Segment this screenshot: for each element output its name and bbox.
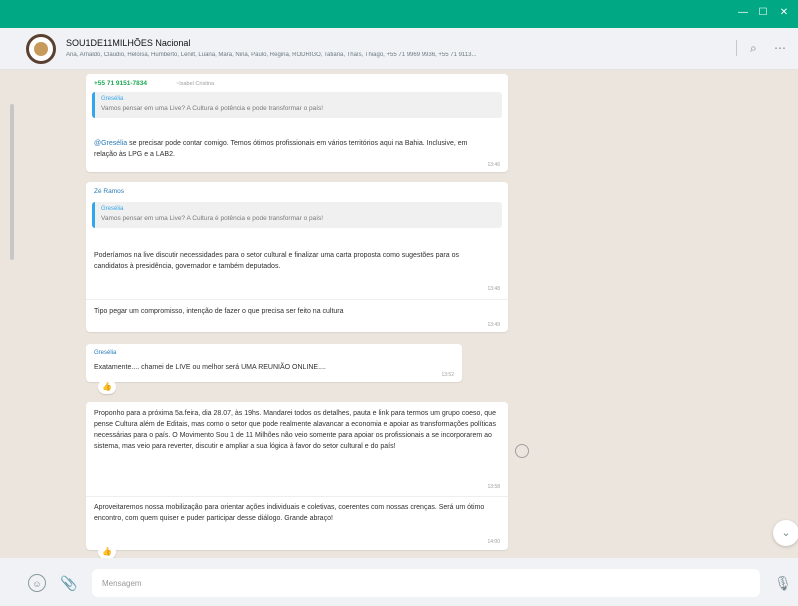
message-sender[interactable]: Zé Ramos <box>94 188 124 195</box>
message-sender[interactable]: +55 71 9151-7834 <box>94 80 147 87</box>
reaction-thumbs-up[interactable]: 👍 <box>98 380 116 394</box>
quote-text: Vamos pensar em uma Live? A Cultura é po… <box>101 215 324 222</box>
chat-scrollbar[interactable] <box>10 104 14 260</box>
message-text: Exatamente.... chamei de LIVE ou melhor … <box>94 364 326 371</box>
message-bubble[interactable]: +55 71 9151-7834 ~Isabel Cristina Gresél… <box>86 74 508 172</box>
message-time: 13:58 <box>487 484 500 490</box>
react-smiley-icon[interactable] <box>515 444 529 458</box>
chat-header[interactable]: SOU1DE11MILHÕES Nacional Ana, Arnaldo, C… <box>0 28 798 70</box>
message-input[interactable] <box>92 569 760 597</box>
quote-author: Gresélia <box>101 206 124 212</box>
message-time: 13:49 <box>487 322 500 328</box>
message-divider <box>86 299 508 300</box>
message-sender-name: ~Isabel Cristina <box>176 81 215 87</box>
emoji-icon[interactable]: ☺ <box>28 574 46 592</box>
message-text: @Gresélia se precisar pode contar comigo… <box>94 138 482 160</box>
message-text: Aproveitaremos nossa mobilização para or… <box>94 504 485 522</box>
group-members: Ana, Arnaldo, Cláudio, Heloísa, Humberto… <box>66 52 477 58</box>
menu-icon[interactable]: ⋯ <box>774 41 786 55</box>
message-time: 14:00 <box>487 539 500 545</box>
message-text: Proponho para a próxima 5a.feira, dia 28… <box>94 410 496 450</box>
search-icon[interactable]: ⌕ <box>750 41 757 56</box>
group-avatar[interactable] <box>26 34 56 64</box>
message-text: Poderíamos na live discutir necessidades… <box>94 252 459 270</box>
quote-author: Gresélia <box>101 96 124 102</box>
quoted-message[interactable]: Gresélia Vamos pensar em uma Live? A Cul… <box>92 92 502 118</box>
message-bubble[interactable]: Gresélia Exatamente.... chamei de LIVE o… <box>86 344 462 382</box>
message-bubble[interactable]: Zé Ramos Gresélia Vamos pensar em uma Li… <box>86 182 508 332</box>
message-composer: ☺ 📎 🎙 <box>0 558 798 606</box>
message-divider <box>86 496 508 497</box>
message-time: 13:52 <box>441 372 454 378</box>
attach-icon[interactable]: 📎 <box>60 574 78 592</box>
maximize-icon[interactable]: ☐ <box>756 6 770 20</box>
quote-text: Vamos pensar em uma Live? A Cultura é po… <box>101 105 324 112</box>
reaction-thumbs-up[interactable]: 👍 <box>98 545 116 559</box>
avatar-logo <box>34 42 48 56</box>
close-icon[interactable]: ✕ <box>777 6 791 20</box>
mention-link[interactable]: @Gresélia <box>94 140 127 147</box>
microphone-icon[interactable]: 🎙 <box>774 574 792 592</box>
message-text-body: se precisar pode contar comigo. Temos ót… <box>94 140 468 158</box>
scroll-down-button[interactable]: ⌄ <box>773 520 798 546</box>
message-text: Tipo pegar um compromisso, intenção de f… <box>94 308 344 315</box>
quoted-message[interactable]: Gresélia Vamos pensar em uma Live? A Cul… <box>92 202 502 228</box>
message-sender[interactable]: Gresélia <box>94 350 116 356</box>
minimize-icon[interactable]: — <box>736 6 750 20</box>
group-name[interactable]: SOU1DE11MILHÕES Nacional <box>66 38 190 48</box>
title-bar: — ☐ ✕ <box>0 0 798 28</box>
header-divider <box>736 40 737 56</box>
message-time: 13:46 <box>487 162 500 168</box>
message-bubble[interactable]: Proponho para a próxima 5a.feira, dia 28… <box>86 402 508 550</box>
message-time: 13:48 <box>487 286 500 292</box>
